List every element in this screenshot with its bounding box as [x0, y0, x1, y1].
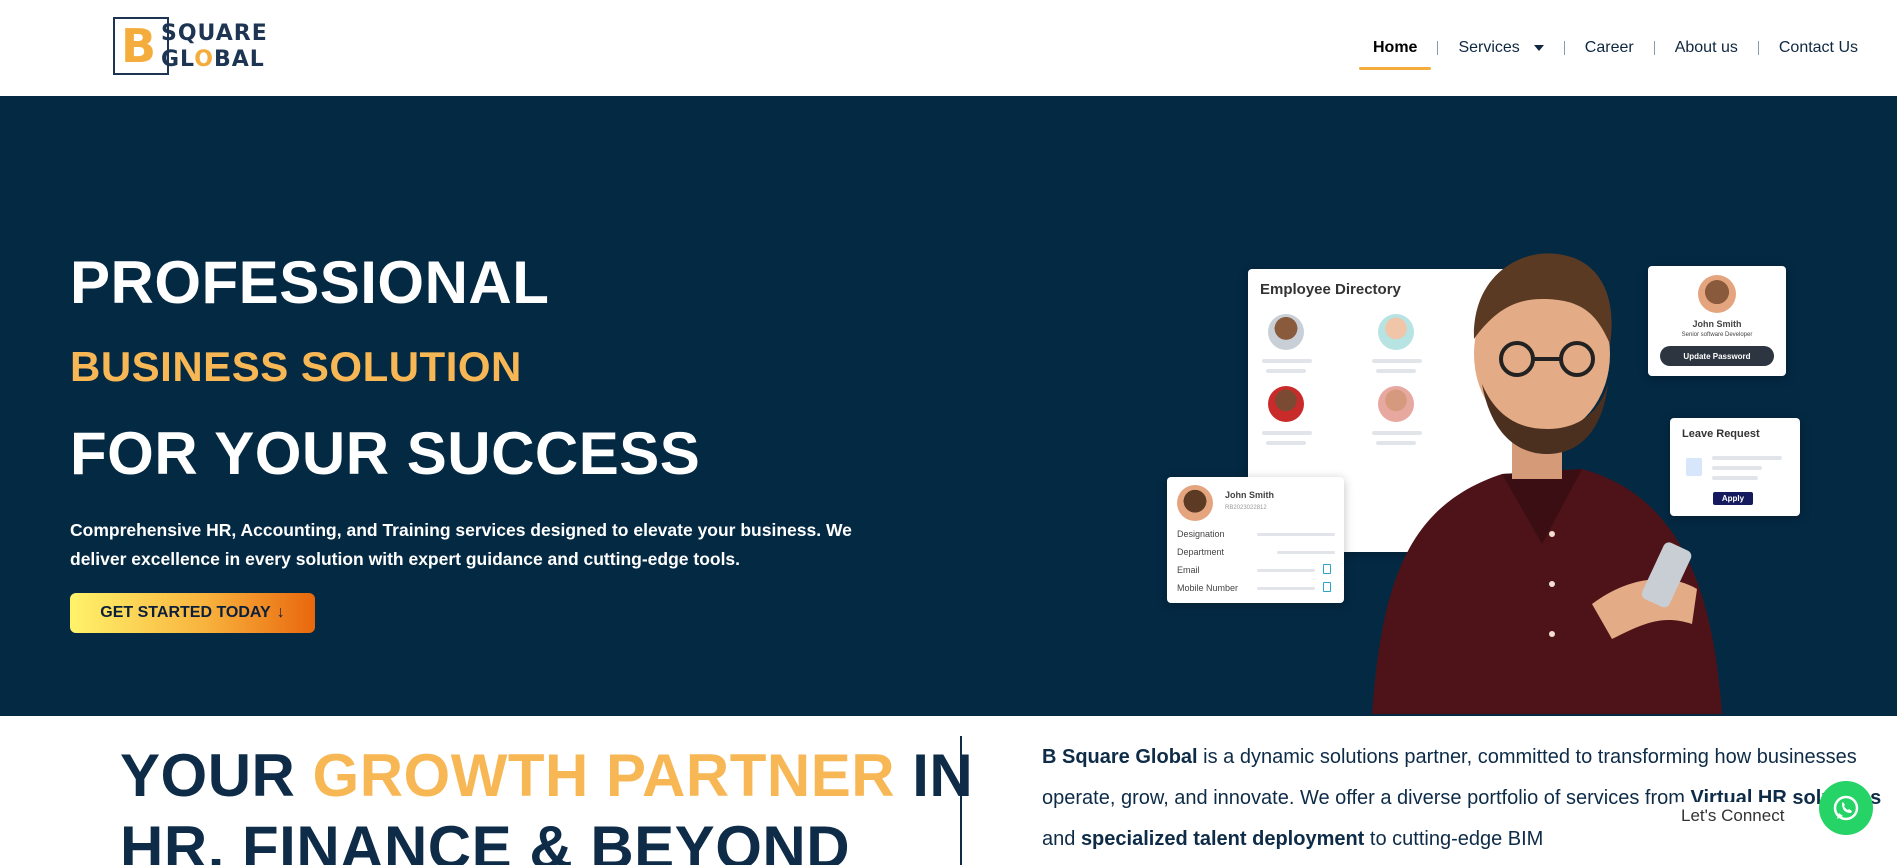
placeholder-bar — [1266, 369, 1306, 373]
nav-services[interactable]: Services — [1444, 28, 1557, 68]
whatsapp-button[interactable] — [1819, 781, 1873, 835]
hero-description: Comprehensive HR, Accounting, and Traini… — [70, 520, 852, 569]
employee-avatar — [1268, 314, 1304, 350]
arrow-down-icon: ↓ — [276, 604, 285, 621]
nav-about-label: About us — [1674, 39, 1738, 56]
copy-icon — [1323, 564, 1331, 574]
get-started-label: GET STARTED TODAY — [100, 604, 271, 621]
main-nav: Home Services Career About us Contact Us — [1358, 28, 1872, 70]
site-header: B SQUARE GLOBAL Home Services Career Abo… — [0, 0, 1897, 96]
section-divider — [960, 736, 962, 865]
company-logo[interactable]: B SQUARE GLOBAL — [113, 17, 267, 75]
detail-field-label: Department — [1177, 547, 1225, 557]
about-brand: B Square Global — [1042, 746, 1198, 768]
placeholder-bar — [1262, 359, 1312, 363]
nav-divider — [1563, 41, 1565, 55]
detail-name: John Smith — [1225, 490, 1274, 500]
employee-detail-card: John Smith RB2023022812 Designation Depa… — [1167, 477, 1344, 603]
nav-career[interactable]: Career — [1571, 28, 1648, 68]
nav-contact-label: Contact Us — [1778, 39, 1858, 56]
detail-id: RB2023022812 — [1225, 505, 1267, 511]
hero-section: PROFESSIONAL BUSINESS SOLUTION FOR YOUR … — [0, 96, 1897, 716]
detail-avatar — [1177, 485, 1213, 521]
logo-initial: B — [121, 19, 157, 73]
nav-services-label: Services — [1458, 39, 1520, 56]
detail-field-label: Email — [1177, 565, 1200, 575]
copy-icon — [1323, 582, 1331, 592]
nav-home-label: Home — [1372, 39, 1418, 56]
placeholder-bar — [1257, 533, 1335, 536]
about-paragraph: B Square Global is a dynamic solutions p… — [1042, 737, 1892, 860]
logo-text-square: SQUARE — [161, 21, 268, 46]
man-with-phone-illustration — [1372, 253, 1722, 714]
nav-divider — [1757, 41, 1759, 55]
detail-field-label: Mobile Number — [1177, 583, 1239, 593]
nav-divider — [1653, 41, 1655, 55]
placeholder-bar — [1277, 551, 1335, 554]
growth-heading-highlight: GROWTH PARTNER — [312, 742, 896, 809]
placeholder-bar — [1257, 587, 1315, 590]
chevron-down-icon — [1533, 45, 1544, 51]
nav-about[interactable]: About us — [1661, 28, 1752, 68]
growth-heading: YOUR GROWTH PARTNER IN HR, FINANCE & BEY… — [120, 740, 973, 865]
placeholder-bar — [1257, 569, 1315, 572]
hero-heading-line1: PROFESSIONAL — [70, 249, 550, 316]
employee-avatar — [1268, 386, 1304, 422]
nav-contact[interactable]: Contact Us — [1765, 28, 1872, 68]
nav-career-label: Career — [1584, 39, 1634, 56]
nav-divider — [1437, 41, 1439, 55]
hero-heading-line2: BUSINESS SOLUTION — [70, 343, 522, 390]
lets-connect-label[interactable]: Let's Connect — [1665, 802, 1801, 830]
get-started-button[interactable]: GET STARTED TODAY ↓ — [70, 593, 315, 633]
about-text: and — [1042, 828, 1081, 850]
placeholder-bar — [1262, 431, 1312, 435]
detail-field-label: Designation — [1177, 529, 1225, 539]
hero-heading-line3: FOR YOUR SUCCESS — [70, 420, 701, 487]
nav-home[interactable]: Home — [1358, 28, 1432, 70]
growth-heading-line2: HR, FINANCE & BEYOND — [120, 814, 851, 865]
growth-heading-word: YOUR — [120, 742, 313, 809]
logo-text-global: GLOBAL — [161, 47, 265, 72]
about-emphasis: specialized talent deployment — [1080, 828, 1365, 850]
whatsapp-icon — [1833, 795, 1859, 821]
about-text: to cutting-edge BIM — [1364, 828, 1544, 850]
placeholder-bar — [1266, 441, 1306, 445]
